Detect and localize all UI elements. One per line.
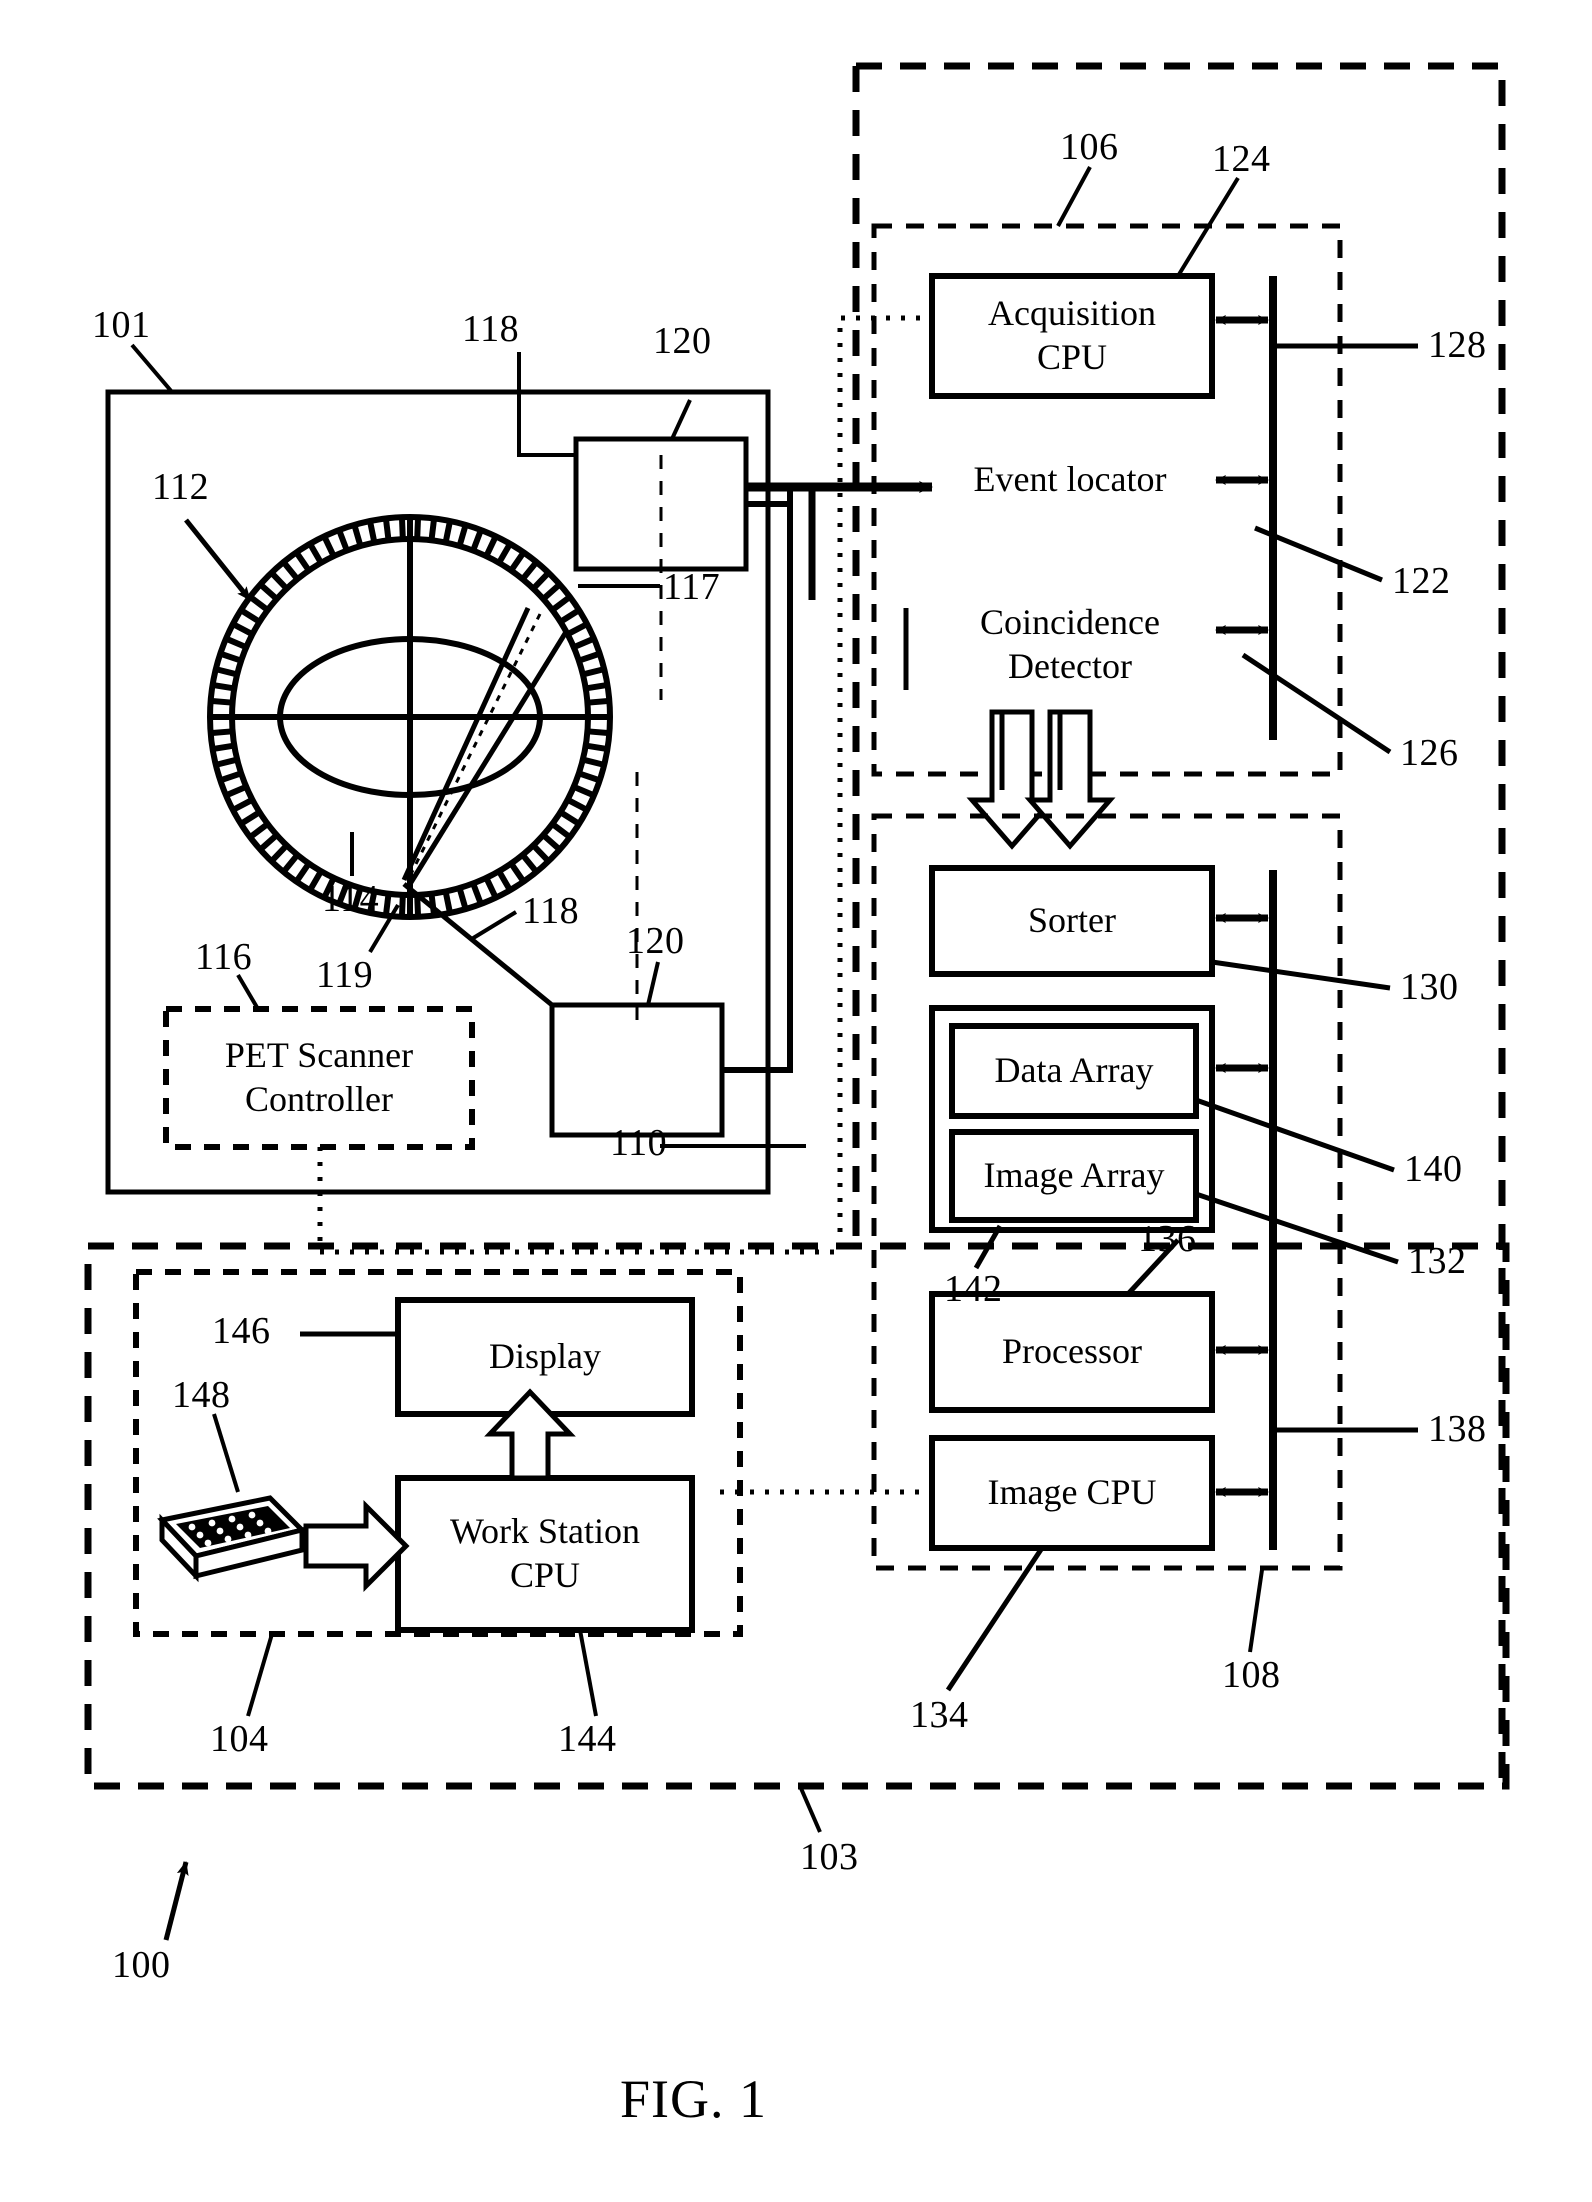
numeral-117: 117: [663, 566, 721, 608]
image-array-label: Image Array: [983, 1155, 1165, 1196]
numeral-116: 116: [195, 936, 253, 978]
bus-connectors: [1215, 315, 1269, 635]
numeral-130: 130: [1400, 966, 1459, 1008]
numeral-104: 104: [210, 1718, 269, 1760]
numeral-110: 110: [610, 1122, 668, 1164]
numeral-108: 108: [1222, 1654, 1281, 1696]
numeral-148: 148: [172, 1374, 231, 1416]
numeral-122: 122: [1392, 560, 1451, 602]
leader-103: [798, 1785, 822, 1833]
pet-scanner-controller-label: PET Scanner Controller: [224, 1035, 414, 1119]
leader-134: [945, 1546, 1045, 1692]
numeral-134: 134: [910, 1694, 969, 1736]
leader-116: [236, 973, 260, 1011]
numeral-136: 136: [1138, 1218, 1197, 1260]
numeral-120-bottom: 120: [626, 920, 685, 962]
leader-144: [578, 1629, 598, 1717]
numeral-124: 124: [1212, 138, 1271, 180]
workstation-cpu-label: Work Station CPU: [449, 1511, 641, 1595]
data-array-label: Data Array: [994, 1050, 1154, 1091]
numeral-101: 101: [92, 304, 151, 346]
coincidence-to-sorter-arrow: [966, 709, 1116, 850]
numeral-138: 138: [1428, 1408, 1487, 1450]
leader-120-bottom: [646, 961, 660, 1006]
numeral-144: 144: [558, 1718, 617, 1760]
event-locator-label: Event locator: [973, 459, 1167, 500]
numeral-100: 100: [112, 1944, 171, 1986]
coincidence-detector-label: Coincidence Detector: [980, 602, 1160, 686]
numeral-142: 142: [944, 1268, 1003, 1310]
numeral-114: 114: [322, 878, 380, 920]
leader-100: [163, 1861, 189, 1941]
numeral-140: 140: [1404, 1148, 1463, 1190]
leader-118-top: [517, 352, 576, 457]
acquisition-cpu-label: Acquisition CPU: [988, 293, 1156, 377]
numeral-118-bottom: 118: [522, 890, 580, 932]
numeral-120-top: 120: [653, 320, 712, 362]
numeral-146: 146: [212, 1310, 271, 1352]
keyboard-cpu-arrow: [303, 1499, 410, 1593]
figure-caption: FIG. 1: [620, 2069, 768, 2129]
leader-104: [246, 1633, 274, 1717]
numeral-119: 119: [316, 954, 374, 996]
leader-140: [1195, 1097, 1395, 1173]
leader-112: [184, 518, 252, 602]
sorter-label: Sorter: [1028, 900, 1116, 941]
numeral-128: 128: [1428, 324, 1487, 366]
leader-130: [1211, 959, 1391, 991]
leader-120-top: [670, 399, 692, 440]
numeral-132: 132: [1408, 1240, 1467, 1282]
patent-figure-canvas: Acquisition CPU Event locator Coincidenc…: [0, 0, 1592, 2202]
numeral-118-top: 118: [462, 308, 520, 350]
image-cpu-label: Image CPU: [987, 1472, 1157, 1513]
leader-106: [1056, 166, 1092, 227]
leader-126: [1241, 652, 1392, 755]
processor-label: Processor: [1002, 1331, 1142, 1372]
keyboard-icon: [157, 1495, 307, 1583]
leader-101: [130, 343, 174, 394]
detector-ring-112: [207, 514, 613, 920]
numeral-112: 112: [152, 466, 210, 508]
leader-148: [212, 1413, 240, 1493]
detector-signal-bus: [722, 481, 933, 1073]
display-label: Display: [489, 1336, 601, 1377]
numeral-126: 126: [1400, 732, 1459, 774]
leader-108: [1248, 1569, 1264, 1653]
numeral-103: 103: [800, 1836, 859, 1878]
numeral-106: 106: [1060, 126, 1119, 168]
leader-132: [1195, 1191, 1399, 1265]
